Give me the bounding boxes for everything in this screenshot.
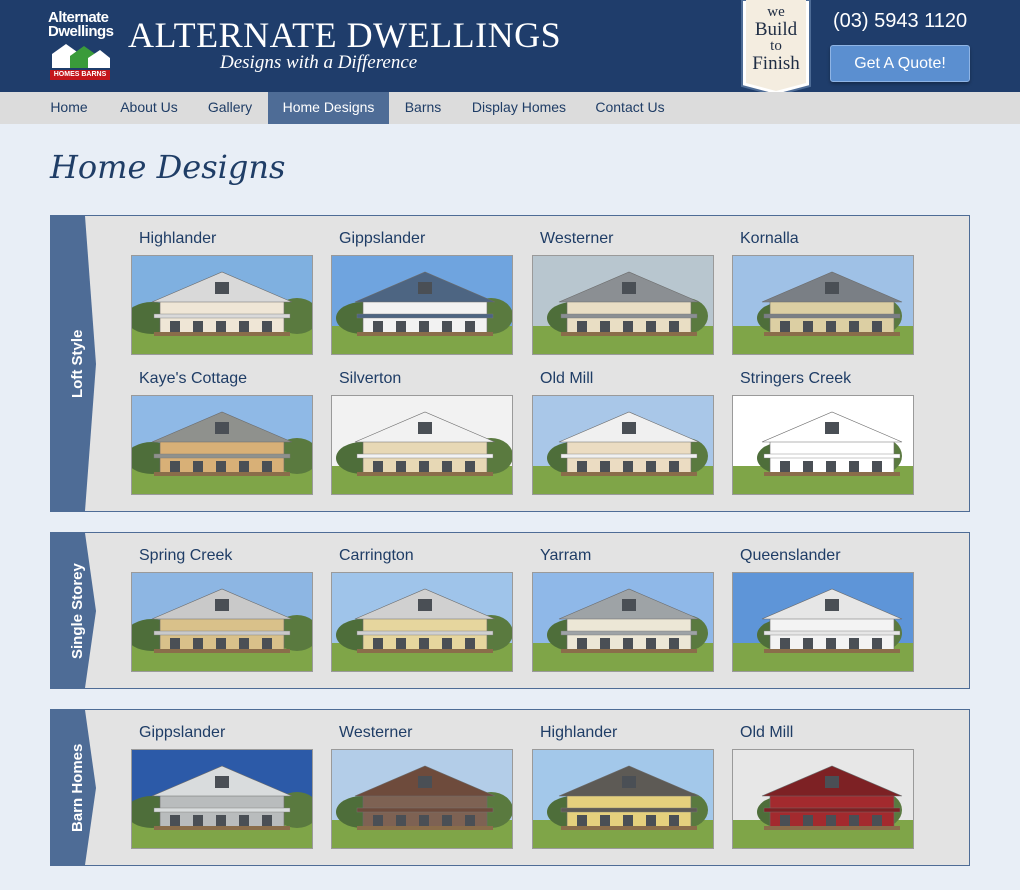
house-photo-icon (533, 573, 713, 671)
nav-home-designs[interactable]: Home Designs (268, 92, 389, 124)
design-card[interactable]: Westerner (532, 230, 714, 356)
design-section: Single Storey Spring Creek Carrington Yarra… (50, 532, 970, 689)
nav-barns[interactable]: Barns (392, 92, 454, 124)
house-photo-icon (332, 396, 512, 494)
design-card[interactable]: Carrington (331, 547, 513, 673)
design-card[interactable]: Westerner (331, 724, 513, 850)
design-title[interactable]: Kaye's Cottage (139, 370, 247, 388)
nav-gallery[interactable]: Gallery (196, 92, 264, 124)
phone-number[interactable]: (03) 5943 1120 (833, 10, 967, 33)
house-photo-icon (533, 256, 713, 354)
design-photo[interactable] (532, 395, 714, 495)
design-photo[interactable] (131, 572, 313, 672)
design-card[interactable]: Silverton (331, 370, 513, 496)
design-photo[interactable] (131, 395, 313, 495)
design-photo[interactable] (532, 255, 714, 355)
brand-tagline: Designs with a Difference (220, 52, 418, 73)
design-title[interactable]: Queenslander (740, 547, 841, 565)
design-photo[interactable] (732, 572, 914, 672)
main-nav: Home About Us Gallery Home Designs Barns… (0, 92, 1020, 124)
design-title[interactable]: Gippslander (139, 724, 225, 742)
section-side-tab: Barn Homes (51, 710, 97, 865)
design-title[interactable]: Westerner (540, 230, 614, 248)
design-photo[interactable] (732, 395, 914, 495)
house-photo-icon (332, 256, 512, 354)
house-photo-icon (132, 750, 312, 848)
design-card[interactable]: Gippslander (331, 230, 513, 356)
site-header: Alternate Dwellings HOMES BARNS ALTERNAT… (0, 0, 1020, 97)
design-card[interactable]: Yarram (532, 547, 714, 673)
design-photo[interactable] (532, 572, 714, 672)
design-title[interactable]: Stringers Creek (740, 370, 851, 388)
section-label: Loft Style (69, 329, 86, 398)
house-photo-icon (733, 573, 913, 671)
logo-houses-icon (52, 44, 110, 68)
house-photo-icon (733, 256, 913, 354)
nav-contact-us[interactable]: Contact Us (584, 92, 676, 124)
design-title[interactable]: Highlander (139, 230, 216, 248)
design-card[interactable]: Kornalla (732, 230, 914, 356)
house-photo-icon (733, 750, 913, 848)
design-section: Loft Style Highlander Gippslander Westerner… (50, 215, 970, 512)
design-photo[interactable] (131, 255, 313, 355)
house-photo-icon (533, 750, 713, 848)
design-title[interactable]: Carrington (339, 547, 414, 565)
nav-home[interactable]: Home (36, 92, 102, 124)
design-photo[interactable] (131, 749, 313, 849)
design-title[interactable]: Yarram (540, 547, 591, 565)
design-card[interactable]: Queenslander (732, 547, 914, 673)
design-card[interactable]: Highlander (532, 724, 714, 850)
nav-display-homes[interactable]: Display Homes (462, 92, 576, 124)
house-photo-icon (332, 573, 512, 671)
design-title[interactable]: Spring Creek (139, 547, 232, 565)
house-photo-icon (533, 396, 713, 494)
house-photo-icon (132, 573, 312, 671)
design-photo[interactable] (732, 255, 914, 355)
design-card[interactable]: Kaye's Cottage (131, 370, 313, 496)
nav-about-us[interactable]: About Us (108, 92, 190, 124)
section-side-tab: Loft Style (51, 216, 97, 511)
section-label: Single Storey (69, 563, 86, 659)
badge-line-2: Build (754, 19, 798, 40)
design-card[interactable]: Highlander (131, 230, 313, 356)
design-photo[interactable] (532, 749, 714, 849)
house-photo-icon (733, 396, 913, 494)
design-card[interactable]: Old Mill (532, 370, 714, 496)
design-title[interactable]: Highlander (540, 724, 617, 742)
house-photo-icon (332, 750, 512, 848)
badge-line-4: Finish (752, 53, 800, 74)
design-section: Barn Homes Gippslander Westerner Highlander… (50, 709, 970, 866)
design-card[interactable]: Stringers Creek (732, 370, 914, 496)
design-photo[interactable] (331, 255, 513, 355)
page-title: Home Designs (50, 148, 286, 186)
design-title[interactable]: Old Mill (540, 370, 593, 388)
brand-name: ALTERNATE DWELLINGS (128, 15, 562, 55)
design-title[interactable]: Old Mill (740, 724, 793, 742)
house-photo-icon (132, 256, 312, 354)
logo-line-2: Dwellings (48, 23, 114, 40)
design-photo[interactable] (331, 749, 513, 849)
design-photo[interactable] (331, 572, 513, 672)
we-build-to-finish-badge: we Build to Finish (741, 0, 811, 97)
design-card[interactable]: Gippslander (131, 724, 313, 850)
house-photo-icon (132, 396, 312, 494)
section-side-tab: Single Storey (51, 533, 97, 688)
design-card[interactable]: Old Mill (732, 724, 914, 850)
design-title[interactable]: Gippslander (339, 230, 425, 248)
design-photo[interactable] (732, 749, 914, 849)
design-title[interactable]: Silverton (339, 370, 401, 388)
design-title[interactable]: Westerner (339, 724, 413, 742)
site-logo[interactable]: Alternate Dwellings HOMES BARNS (46, 8, 116, 82)
logo-tag: HOMES BARNS (50, 70, 110, 80)
design-card[interactable]: Spring Creek (131, 547, 313, 673)
design-title[interactable]: Kornalla (740, 230, 799, 248)
design-photo[interactable] (331, 395, 513, 495)
section-label: Barn Homes (69, 743, 86, 832)
get-a-quote-button[interactable]: Get A Quote! (830, 45, 970, 82)
